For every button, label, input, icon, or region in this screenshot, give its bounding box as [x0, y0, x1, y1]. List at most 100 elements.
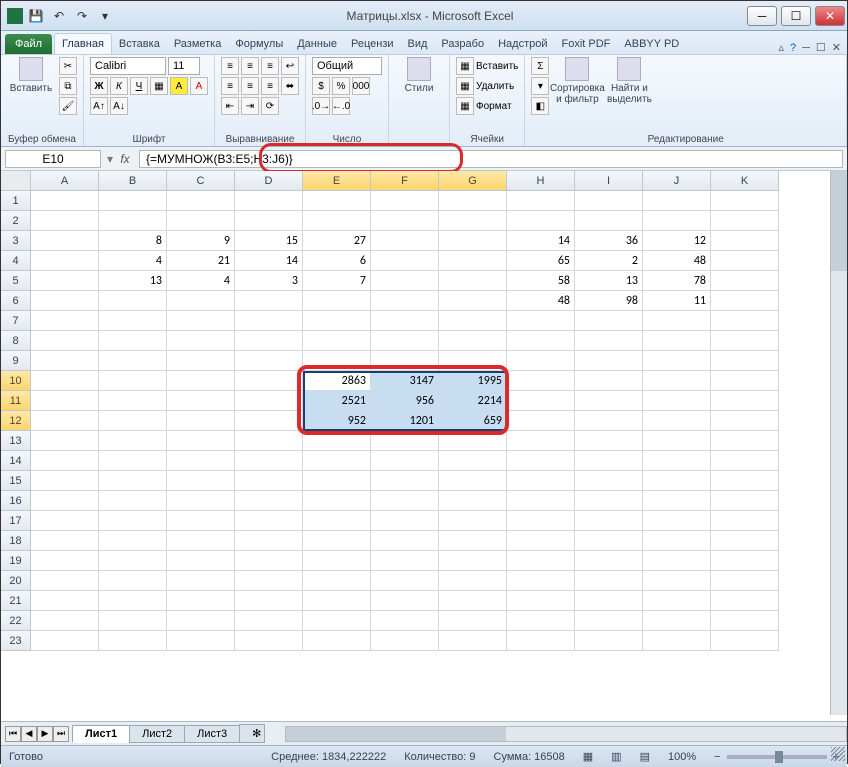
align-left-icon[interactable]: ≡ — [221, 77, 239, 95]
cell-J7[interactable] — [643, 311, 711, 331]
cell-K18[interactable] — [711, 531, 779, 551]
doc-close-icon[interactable]: ✕ — [832, 41, 841, 54]
cell-I5[interactable]: 13 — [575, 271, 643, 291]
cell-G16[interactable] — [439, 491, 507, 511]
cell-C9[interactable] — [167, 351, 235, 371]
cell-K6[interactable] — [711, 291, 779, 311]
qat-save-icon[interactable]: 💾 — [26, 6, 46, 26]
cell-J12[interactable] — [643, 411, 711, 431]
font-name-combo[interactable]: Calibri — [90, 57, 166, 75]
cell-C23[interactable] — [167, 631, 235, 651]
cell-B16[interactable] — [99, 491, 167, 511]
cell-D9[interactable] — [235, 351, 303, 371]
cell-B11[interactable] — [99, 391, 167, 411]
cell-J11[interactable] — [643, 391, 711, 411]
cell-G12[interactable]: 659 — [439, 411, 507, 431]
cell-I14[interactable] — [575, 451, 643, 471]
cell-C12[interactable] — [167, 411, 235, 431]
cell-G18[interactable] — [439, 531, 507, 551]
cell-J20[interactable] — [643, 571, 711, 591]
cell-G20[interactable] — [439, 571, 507, 591]
view-pagebreak-icon[interactable]: ▤ — [640, 750, 650, 763]
cell-C16[interactable] — [167, 491, 235, 511]
zoom-slider[interactable]: − + — [714, 751, 839, 763]
cell-E1[interactable] — [303, 191, 371, 211]
cell-D7[interactable] — [235, 311, 303, 331]
cell-K1[interactable] — [711, 191, 779, 211]
cell-G9[interactable] — [439, 351, 507, 371]
cell-G21[interactable] — [439, 591, 507, 611]
format-painter-icon[interactable]: 🖌 — [59, 97, 77, 115]
cell-H7[interactable] — [507, 311, 575, 331]
cell-H16[interactable] — [507, 491, 575, 511]
cell-D1[interactable] — [235, 191, 303, 211]
cell-E14[interactable] — [303, 451, 371, 471]
ribbon-minimize-icon[interactable]: ▵ — [778, 41, 784, 54]
tab-file[interactable]: Файл — [5, 34, 52, 54]
cell-A11[interactable] — [31, 391, 99, 411]
cell-A5[interactable] — [31, 271, 99, 291]
cell-K23[interactable] — [711, 631, 779, 651]
cell-D13[interactable] — [235, 431, 303, 451]
cell-G11[interactable]: 2214 — [439, 391, 507, 411]
cell-G19[interactable] — [439, 551, 507, 571]
cell-I8[interactable] — [575, 331, 643, 351]
cell-A12[interactable] — [31, 411, 99, 431]
cell-I9[interactable] — [575, 351, 643, 371]
tab-home[interactable]: Главная — [54, 33, 112, 54]
cell-A3[interactable] — [31, 231, 99, 251]
inc-decimal-icon[interactable]: .0→ — [312, 97, 330, 115]
cell-E9[interactable] — [303, 351, 371, 371]
cell-G17[interactable] — [439, 511, 507, 531]
cell-C20[interactable] — [167, 571, 235, 591]
cell-E13[interactable] — [303, 431, 371, 451]
cell-A4[interactable] — [31, 251, 99, 271]
cell-D18[interactable] — [235, 531, 303, 551]
cell-H4[interactable]: 65 — [507, 251, 575, 271]
cell-G15[interactable] — [439, 471, 507, 491]
cell-B6[interactable] — [99, 291, 167, 311]
vertical-scrollbar[interactable] — [830, 171, 847, 715]
cell-H3[interactable]: 14 — [507, 231, 575, 251]
horizontal-scrollbar[interactable] — [285, 726, 847, 742]
find-select-button[interactable]: Найти и выделить — [605, 57, 653, 105]
cell-I16[interactable] — [575, 491, 643, 511]
cell-A22[interactable] — [31, 611, 99, 631]
cell-A7[interactable] — [31, 311, 99, 331]
cell-I1[interactable] — [575, 191, 643, 211]
row-header-13[interactable]: 13 — [1, 431, 31, 451]
cell-F13[interactable] — [371, 431, 439, 451]
cell-C21[interactable] — [167, 591, 235, 611]
row-header-6[interactable]: 6 — [1, 291, 31, 311]
maximize-button[interactable]: ☐ — [781, 6, 811, 26]
cell-K5[interactable] — [711, 271, 779, 291]
cell-A2[interactable] — [31, 211, 99, 231]
cell-A20[interactable] — [31, 571, 99, 591]
cell-E20[interactable] — [303, 571, 371, 591]
cell-J1[interactable] — [643, 191, 711, 211]
tab-review[interactable]: Рецензи — [344, 34, 401, 54]
cell-K21[interactable] — [711, 591, 779, 611]
cell-B18[interactable] — [99, 531, 167, 551]
cell-I4[interactable]: 2 — [575, 251, 643, 271]
cell-D19[interactable] — [235, 551, 303, 571]
cell-D8[interactable] — [235, 331, 303, 351]
cell-E10[interactable]: 2863 — [303, 371, 371, 391]
paste-button[interactable]: Вставить — [7, 57, 55, 94]
fx-button[interactable]: fx — [115, 152, 135, 166]
row-header-8[interactable]: 8 — [1, 331, 31, 351]
italic-button[interactable]: К — [110, 77, 128, 95]
cell-F14[interactable] — [371, 451, 439, 471]
orientation-icon[interactable]: ⟳ — [261, 97, 279, 115]
cell-C10[interactable] — [167, 371, 235, 391]
cell-C13[interactable] — [167, 431, 235, 451]
cell-H10[interactable] — [507, 371, 575, 391]
doc-minimize-icon[interactable]: ─ — [802, 42, 810, 54]
font-size-combo[interactable]: 11 — [168, 57, 200, 75]
cell-I18[interactable] — [575, 531, 643, 551]
minimize-button[interactable]: ─ — [747, 6, 777, 26]
cell-K8[interactable] — [711, 331, 779, 351]
row-header-9[interactable]: 9 — [1, 351, 31, 371]
bold-button[interactable]: Ж — [90, 77, 108, 95]
cell-D4[interactable]: 14 — [235, 251, 303, 271]
